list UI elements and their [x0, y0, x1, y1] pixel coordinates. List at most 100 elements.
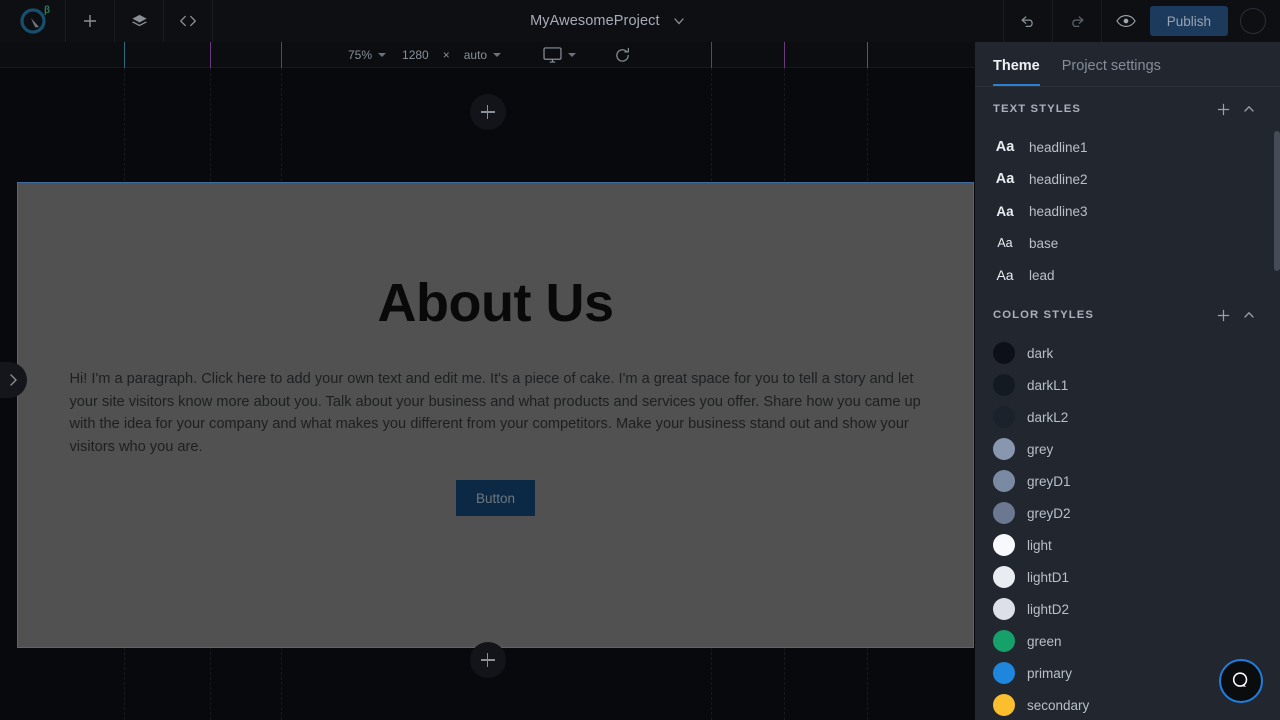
ruler-guide-marker[interactable] — [124, 42, 125, 68]
help-chat-button[interactable] — [1219, 659, 1263, 703]
text-style-row[interactable]: Aa headline2 — [975, 163, 1280, 195]
add-color-style-button[interactable] — [1210, 308, 1236, 323]
text-styles-scrollbar[interactable] — [1274, 131, 1280, 293]
add-section-bottom-button[interactable] — [469, 642, 506, 678]
color-swatch[interactable] — [993, 566, 1015, 588]
add-element-button[interactable] — [66, 0, 114, 42]
editor-logo[interactable]: β — [0, 0, 65, 42]
plus-icon — [486, 105, 489, 119]
add-section-top-button[interactable] — [469, 94, 506, 130]
scrollbar-thumb[interactable] — [1274, 131, 1280, 271]
color-swatch[interactable] — [993, 662, 1015, 684]
color-style-label: secondary — [1027, 697, 1090, 713]
color-style-row[interactable]: grey — [975, 433, 1280, 465]
undo-button[interactable] — [1004, 0, 1052, 42]
color-style-label: light — [1027, 537, 1052, 553]
color-swatch[interactable] — [993, 342, 1015, 364]
logo-icon — [19, 8, 46, 34]
add-icon — [84, 15, 96, 27]
undo-icon — [1021, 16, 1033, 28]
project-title: MyAwesomeProject — [530, 13, 660, 29]
text-style-label: base — [1029, 235, 1059, 251]
color-style-label: lightD1 — [1027, 569, 1070, 585]
canvas-height-selector[interactable]: auto — [456, 42, 509, 68]
color-style-row[interactable]: dark — [975, 337, 1280, 369]
color-swatch[interactable] — [993, 406, 1015, 428]
color-swatch[interactable] — [993, 374, 1015, 396]
ruler-guide-marker[interactable] — [784, 42, 785, 68]
color-style-label: greyD2 — [1027, 505, 1071, 521]
text-style-preview-glyph: Aa — [997, 236, 1013, 250]
color-swatch[interactable] — [993, 694, 1015, 716]
plus-icon — [1217, 103, 1229, 115]
text-style-row[interactable]: Aa lead — [975, 259, 1280, 291]
about-heading[interactable]: About Us — [18, 272, 973, 334]
canvas-width-value: 1280 — [402, 48, 429, 62]
color-style-label: darkL1 — [1027, 377, 1069, 393]
code-button[interactable] — [164, 0, 212, 42]
about-cta-label: Button — [475, 490, 516, 506]
canvas-width-input[interactable]: 1280 — [394, 42, 437, 68]
chevron-down-icon — [378, 53, 387, 57]
chat-bubble-icon — [1232, 672, 1248, 687]
collapse-text-styles-button[interactable] — [1236, 102, 1262, 116]
layers-icon — [131, 14, 147, 26]
color-style-row[interactable]: greyD1 — [975, 465, 1280, 497]
zoom-selector[interactable]: 75% — [340, 42, 394, 68]
collapse-color-styles-button[interactable] — [1236, 308, 1262, 322]
canvas-area[interactable]: About Us Hi! I'm a paragraph. Click here… — [0, 68, 975, 720]
text-style-row[interactable]: Aa headline3 — [975, 195, 1280, 227]
ruler-guide-marker[interactable] — [210, 42, 211, 68]
redo-button[interactable] — [1053, 0, 1101, 42]
color-style-row[interactable]: green — [975, 625, 1280, 657]
chevron-right-icon — [10, 374, 17, 386]
text-style-row[interactable]: Aa base — [975, 227, 1280, 259]
text-style-label: headline3 — [1029, 203, 1088, 219]
ruler-guide-marker[interactable] — [867, 42, 868, 68]
ruler-guide-marker[interactable] — [281, 42, 282, 68]
color-style-label: dark — [1027, 345, 1054, 361]
color-swatch[interactable] — [993, 598, 1015, 620]
text-style-label: headline2 — [1029, 171, 1088, 187]
avatar[interactable] — [1240, 8, 1266, 34]
color-style-row[interactable]: darkL2 — [975, 401, 1280, 433]
chevron-down-icon — [493, 53, 502, 57]
color-swatch[interactable] — [993, 534, 1015, 556]
color-swatch[interactable] — [993, 502, 1015, 524]
plus-icon — [1217, 309, 1229, 321]
color-style-row[interactable]: greyD2 — [975, 497, 1280, 529]
refresh-button[interactable] — [606, 42, 639, 68]
text-style-preview-glyph: Aa — [996, 267, 1014, 283]
color-style-label: lightD2 — [1027, 601, 1070, 617]
color-styles-header: COLOR STYLES — [975, 293, 1280, 337]
color-swatch[interactable] — [993, 438, 1015, 460]
tab-theme[interactable]: Theme — [993, 58, 1040, 86]
preview-button[interactable] — [1102, 0, 1150, 42]
project-title-dropdown[interactable]: MyAwesomeProject — [213, 0, 1003, 42]
color-swatch[interactable] — [993, 630, 1015, 652]
ruler-guide-marker[interactable] — [711, 42, 712, 68]
tab-project-settings[interactable]: Project settings — [1062, 58, 1161, 86]
color-styles-title: COLOR STYLES — [993, 309, 1095, 321]
text-styles-list[interactable]: Aa headline1 Aa headline2 Aa headline3 Aa base A… — [975, 131, 1280, 293]
chevron-up-icon — [1244, 311, 1254, 318]
color-style-row[interactable]: darkL1 — [975, 369, 1280, 401]
text-style-preview-glyph: Aa — [995, 139, 1015, 155]
publish-button[interactable]: Publish — [1149, 6, 1228, 36]
about-section[interactable]: About Us Hi! I'm a paragraph. Click here… — [17, 182, 974, 648]
refresh-icon — [616, 47, 630, 62]
about-paragraph[interactable]: Hi! I'm a paragraph. Click here to add y… — [70, 368, 922, 458]
chevron-up-icon — [1244, 105, 1254, 112]
color-style-label: greyD1 — [1027, 473, 1071, 489]
color-swatch[interactable] — [993, 470, 1015, 492]
about-cta-button[interactable]: Button — [456, 480, 535, 516]
color-style-label: primary — [1027, 665, 1073, 681]
color-style-row[interactable]: lightD2 — [975, 593, 1280, 625]
color-style-row[interactable]: lightD1 — [975, 561, 1280, 593]
layers-button[interactable] — [115, 0, 163, 42]
text-style-row[interactable]: Aa headline1 — [975, 131, 1280, 163]
add-text-style-button[interactable] — [1210, 102, 1236, 117]
color-style-row[interactable]: light — [975, 529, 1280, 561]
text-style-label: headline1 — [1029, 139, 1088, 155]
device-selector[interactable] — [535, 42, 584, 68]
